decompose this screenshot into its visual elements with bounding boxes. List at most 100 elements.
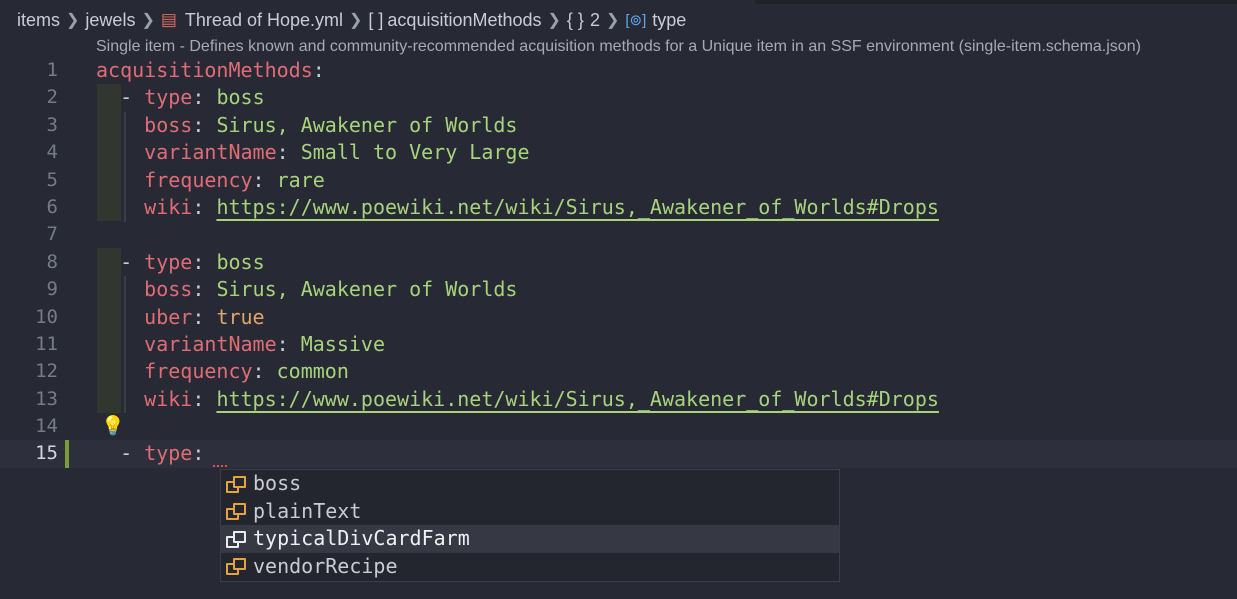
lightbulb-icon[interactable]: 💡: [101, 414, 125, 437]
code-line[interactable]: 2 - type: boss: [0, 84, 1237, 111]
suggestion-item[interactable]: typicalDivCardFarm: [221, 525, 839, 553]
suggestion-item[interactable]: plainText: [221, 498, 839, 526]
line-number: 13: [35, 387, 58, 410]
suggestion-label: vendorRecipe: [253, 553, 398, 578]
code-content: - type:: [120, 441, 217, 466]
line-number: 4: [46, 141, 58, 164]
schema-codelens[interactable]: Single item - Defines known and communit…: [96, 38, 1141, 56]
code-content: boss: Sirus, Awakener of Worlds: [144, 277, 518, 302]
property-icon: [⊚]: [625, 12, 647, 29]
code-line[interactable]: 5 frequency: rare: [0, 167, 1237, 194]
yaml-value: rare: [276, 167, 325, 192]
yaml-value: Massive: [300, 331, 386, 356]
yaml-key: wiki: [144, 386, 193, 411]
suggestion-item[interactable]: boss: [221, 470, 839, 498]
line-number: 14: [35, 415, 58, 438]
yaml-key: boss: [144, 112, 193, 137]
yaml-file-icon: ▤: [160, 10, 177, 29]
code-line[interactable]: 15 - type:: [0, 440, 1237, 468]
error-squiggle: [213, 459, 227, 467]
yaml-key: frequency: [144, 167, 253, 192]
code-line[interactable]: 1 acquisitionMethods:: [0, 57, 1237, 84]
line-number: 1: [46, 59, 58, 81]
breadcrumb-index[interactable]: 2: [590, 10, 600, 31]
code-content: - type: boss: [120, 85, 265, 110]
line-number: 3: [46, 113, 58, 136]
suggestion-item[interactable]: vendorRecipe: [221, 553, 839, 581]
code-line[interactable]: 14: [0, 413, 1237, 440]
yaml-value: common: [276, 359, 349, 384]
code-line[interactable]: 9 boss: Sirus, Awakener of Worlds: [0, 276, 1237, 303]
yaml-link[interactable]: https://www.poewiki.net/wiki/Sirus,_Awak…: [216, 195, 938, 219]
chevron-right-icon: ❯: [605, 12, 620, 29]
code-content: frequency: common: [144, 359, 349, 384]
code-content: acquisitionMethods:: [96, 58, 337, 82]
line-number: 11: [35, 332, 58, 355]
line-number: 2: [46, 86, 58, 109]
yaml-key: uber: [144, 304, 193, 329]
enum-member-icon: [225, 502, 246, 521]
git-modified-indicator: [65, 440, 69, 468]
line-number: 6: [46, 195, 58, 218]
breadcrumb-acquisition-methods[interactable]: acquisitionMethods: [387, 10, 541, 31]
code-content: frequency: rare: [144, 167, 325, 192]
line-number: 12: [35, 360, 58, 383]
code-content: - type: boss: [120, 249, 265, 274]
breadcrumb-type[interactable]: type: [652, 10, 686, 31]
breadcrumb-items[interactable]: items: [17, 10, 60, 31]
chevron-right-icon: ❯: [547, 12, 561, 29]
line-number: 7: [46, 223, 58, 246]
enum-member-icon: [225, 530, 246, 548]
yaml-key: boss: [144, 277, 193, 302]
chevron-right-icon: ❯: [141, 12, 155, 29]
suggestion-label: boss: [253, 471, 302, 495]
suggestion-widget[interactable]: boss plainText typicalDivCardFarm vendorRec…: [220, 469, 840, 582]
code-line[interactable]: 11 variantName: Massive: [0, 331, 1237, 358]
code-content: boss: Sirus, Awakener of Worlds: [144, 112, 518, 137]
yaml-key: wiki: [144, 194, 193, 219]
object-icon: { }: [566, 9, 584, 30]
code-line[interactable]: 12 frequency: common: [0, 358, 1237, 385]
yaml-value: boss: [216, 85, 265, 110]
line-number: 9: [46, 278, 58, 301]
yaml-key: type: [144, 249, 193, 274]
chevron-right-icon: ❯: [66, 12, 80, 29]
code-line[interactable]: 13 wiki: https://www.poewiki.net/wiki/Si…: [0, 386, 1237, 413]
yaml-value: boss: [216, 249, 265, 274]
yaml-key: acquisitionMethods: [96, 58, 313, 82]
yaml-key: type: [144, 441, 193, 466]
line-number: 10: [35, 305, 58, 328]
yaml-key: type: [144, 85, 193, 110]
code-line[interactable]: 6 wiki: https://www.poewiki.net/wiki/Sir…: [0, 194, 1237, 221]
yaml-value: true: [216, 304, 265, 329]
code-line[interactable]: 10 uber: true: [0, 304, 1237, 331]
code-content: wiki: https://www.poewiki.net/wiki/Sirus…: [144, 194, 939, 219]
enum-member-icon: [225, 475, 246, 493]
yaml-key: variantName: [144, 331, 277, 356]
code-content: variantName: Small to Very Large: [144, 140, 530, 165]
yaml-value: Sirus, Awakener of Worlds: [216, 277, 518, 302]
code-line[interactable]: 8 - type: boss: [0, 249, 1237, 276]
code-line[interactable]: 7: [0, 221, 1237, 248]
yaml-link[interactable]: https://www.poewiki.net/wiki/Sirus,_Awak…: [216, 387, 938, 411]
enum-member-icon: [225, 557, 246, 576]
code-editor[interactable]: 1 acquisitionMethods: 2 - type: boss 3 bos…: [0, 57, 1237, 468]
yaml-key: variantName: [144, 140, 277, 165]
array-icon: [ ]: [368, 9, 384, 30]
line-number: 8: [46, 250, 58, 273]
yaml-value: Small to Very Large: [300, 140, 530, 165]
code-content: variantName: Massive: [144, 331, 386, 356]
line-number: 5: [46, 168, 58, 191]
yaml-value: Sirus, Awakener of Worlds: [216, 112, 518, 137]
breadcrumb: items ❯ jewels ❯ ▤ Thread of Hope.yml ❯ …: [0, 0, 1237, 40]
suggestion-label: plainText: [253, 498, 362, 523]
suggestion-label: typicalDivCardFarm: [253, 526, 470, 550]
breadcrumb-jewels[interactable]: jewels: [85, 10, 135, 31]
breadcrumb-file[interactable]: Thread of Hope.yml: [185, 10, 343, 31]
code-line[interactable]: 3 boss: Sirus, Awakener of Worlds: [0, 112, 1237, 139]
code-content: uber: true: [144, 304, 265, 329]
chevron-right-icon: ❯: [349, 12, 363, 29]
code-content: wiki: https://www.poewiki.net/wiki/Sirus…: [144, 386, 939, 411]
code-line[interactable]: 4 variantName: Small to Very Large: [0, 139, 1237, 166]
yaml-key: frequency: [144, 359, 253, 384]
